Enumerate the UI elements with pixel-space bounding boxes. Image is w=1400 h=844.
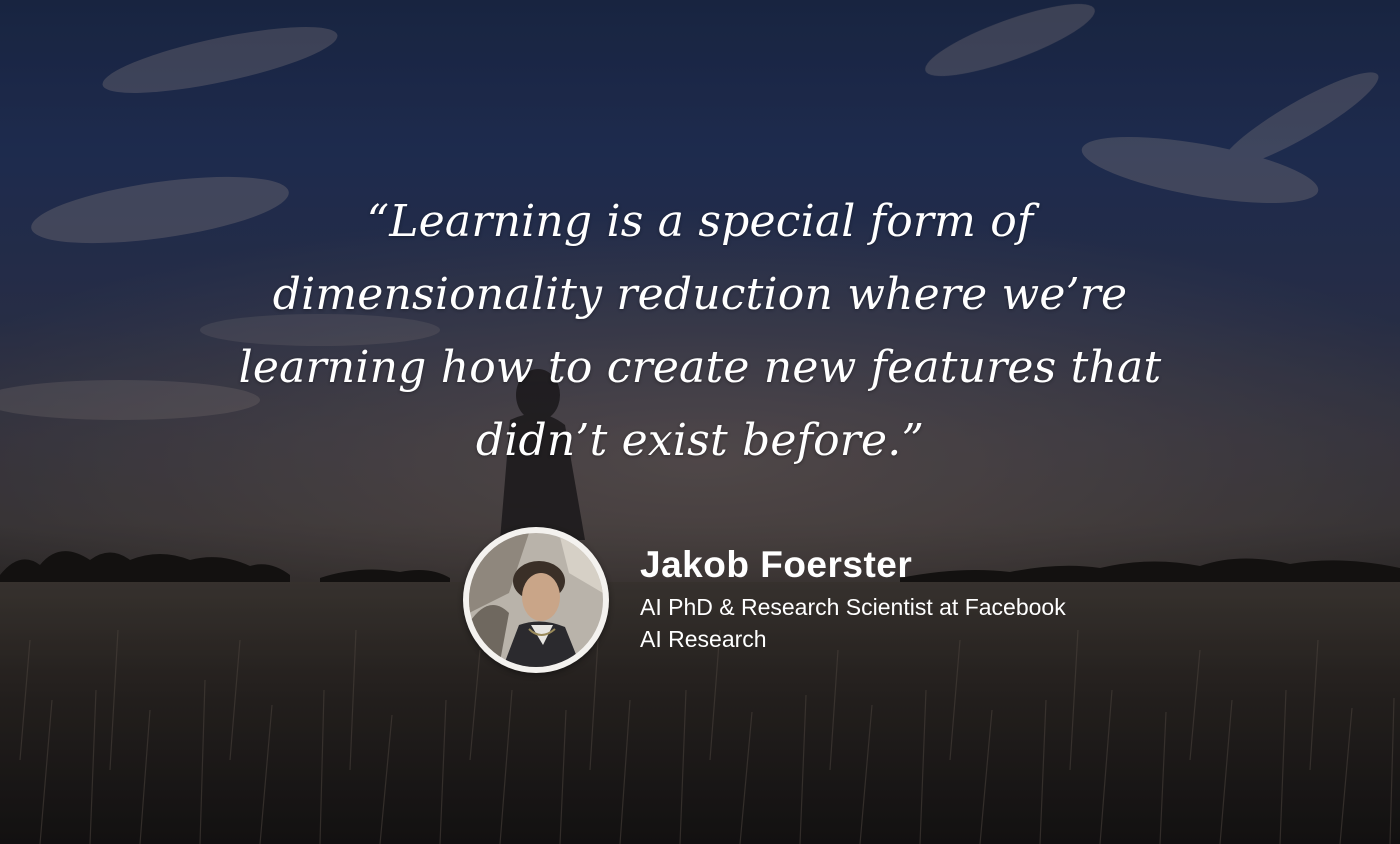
author-title-line: AI Research (640, 626, 767, 652)
author-info: Jakob Foerster AI PhD & Research Scienti… (640, 540, 1066, 654)
author-name: Jakob Foerster (640, 544, 913, 585)
author-title-line: AI PhD & Research Scientist at Facebook (640, 594, 1066, 620)
quote-text: “Learning is a special form of dimension… (200, 185, 1200, 477)
quote-card: “Learning is a special form of dimension… (0, 0, 1400, 844)
quote-line: “Learning is a special form of (366, 196, 1034, 247)
avatar-portrait (469, 533, 603, 667)
author-avatar (463, 527, 609, 673)
quote-line: didn’t exist before.” (475, 415, 925, 466)
quote-line: dimensionality reduction where we’re (272, 269, 1128, 320)
quote-line: learning how to create new features that (238, 342, 1162, 393)
